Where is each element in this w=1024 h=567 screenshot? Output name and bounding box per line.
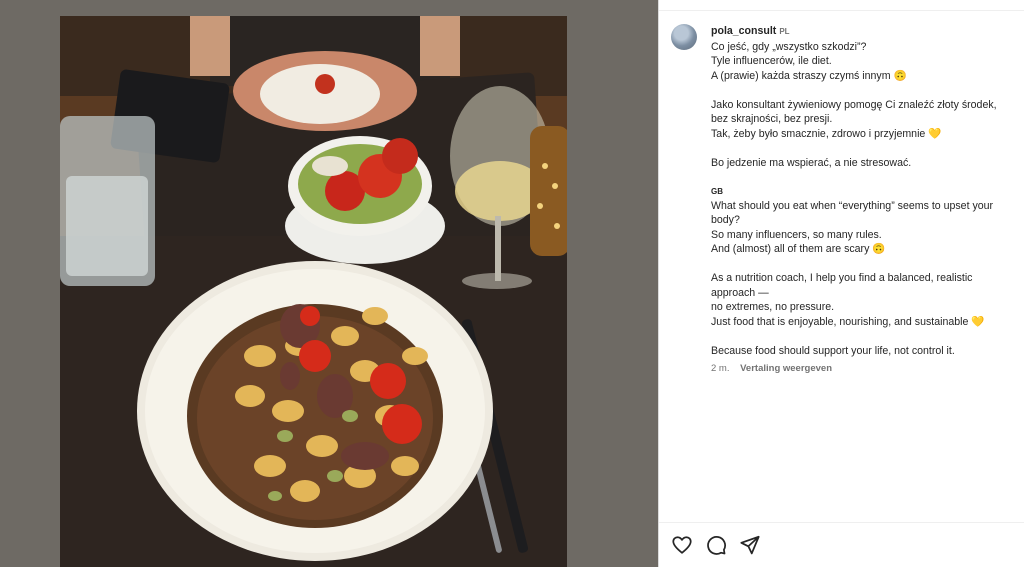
caption-line: Because food should support your life, n… (711, 344, 955, 357)
show-translation-link[interactable]: Vertaling weergeven (740, 363, 832, 374)
caption-line: no extremes, no pressure. (711, 301, 835, 313)
food-photo-illustration (60, 16, 567, 567)
caption-line: Just food that is enjoyable, nourishing,… (711, 315, 985, 328)
caption-line: approach — (711, 286, 769, 299)
post-details-panel: pola_consult PL Co jeść, gdy „wszystko sz… (658, 0, 1024, 567)
username-flag: PL (779, 27, 790, 36)
caption-line: What should you eat when “everything” se… (711, 199, 994, 212)
caption-line: So many influencers, so many rules. (711, 228, 882, 241)
username-link[interactable]: pola_consult (711, 25, 776, 37)
caption-line (711, 329, 1018, 344)
caption-flag-gb: GB (711, 186, 723, 196)
caption-line: body? (711, 214, 740, 226)
caption-line: Tak, żeby było smacznie, zdrowo i przyje… (711, 127, 942, 140)
caption-line (711, 83, 1018, 98)
caption-line: Jako konsultant żywieniowy pomogę Ci zna… (711, 98, 997, 111)
share-icon[interactable] (739, 534, 761, 556)
caption-line: Co jeść, gdy „wszystko szkodzi”? (711, 40, 867, 53)
caption-line (711, 141, 1018, 156)
comment-icon[interactable] (705, 534, 727, 556)
caption-text-en: What should you eat when “everything” se… (711, 199, 1018, 359)
caption-line: As a nutrition coach, I help you find a … (711, 272, 973, 284)
caption-meta: 2 m. Vertaling weergeven (711, 362, 1018, 377)
panel-divider (659, 10, 1024, 11)
caption-body: pola_consult PL Co jeść, gdy „wszystko sz… (711, 24, 1018, 377)
actions-divider (659, 522, 1024, 523)
avatar[interactable] (671, 24, 697, 50)
timestamp: 2 m. (711, 363, 730, 374)
post-photo[interactable] (60, 16, 567, 567)
heart-icon[interactable] (671, 534, 693, 556)
caption-line: bez skrajności, bez presji. (711, 113, 833, 125)
caption-line (711, 257, 1018, 272)
caption-line: And (almost) all of them are scary 🙃 (711, 243, 886, 255)
caption-text-pl: Co jeść, gdy „wszystko szkodzi”? Tyle inf… (711, 40, 1018, 185)
caption-line: Tyle influencerów, ile diet. (711, 55, 832, 67)
post-caption: pola_consult PL Co jeść, gdy „wszystko sz… (671, 24, 1018, 377)
caption-line (711, 170, 1018, 185)
action-bar (671, 534, 761, 556)
caption-line: Bo jedzenie ma wspierać, a nie stresować… (711, 156, 912, 169)
caption-line: A (prawie) każda straszy czymś innym 🙃 (711, 69, 907, 82)
